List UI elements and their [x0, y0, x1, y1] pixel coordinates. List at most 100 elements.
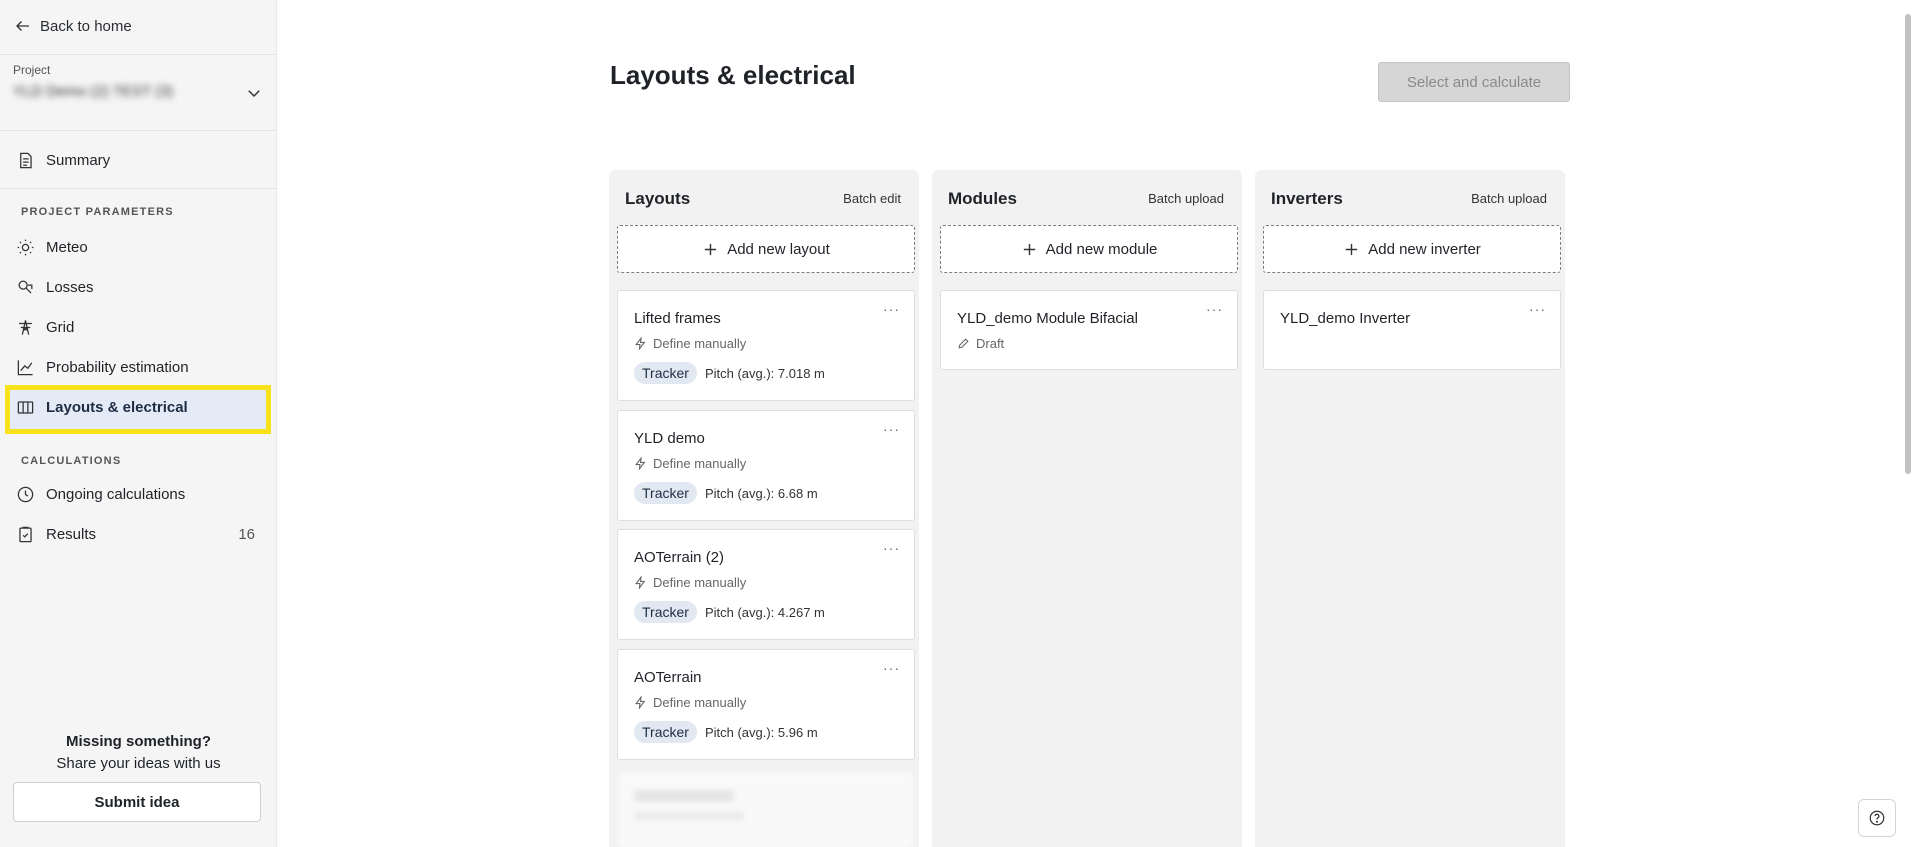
sidebar-item-results[interactable]: Results 16 — [12, 519, 267, 549]
card-source: Define manually — [634, 575, 746, 590]
help-button[interactable] — [1858, 799, 1896, 837]
batch-upload-button[interactable]: Batch upload — [1148, 191, 1224, 206]
card-tags: Tracker Pitch (avg.): 7.018 m — [634, 362, 825, 384]
divider — [0, 188, 277, 189]
clock-icon — [17, 486, 34, 502]
card-tags: Tracker Pitch (avg.): 6.68 m — [634, 482, 818, 504]
card-source: Define manually — [634, 695, 746, 710]
column-title: Inverters — [1271, 189, 1343, 208]
batch-upload-button[interactable]: Batch upload — [1471, 191, 1547, 206]
sidebar: Back to home Project YLD Demo (2) TEST (… — [0, 0, 277, 847]
sidebar-item-meteo[interactable]: Meteo — [12, 232, 267, 262]
add-new-inverter-button[interactable]: Add new inverter — [1263, 225, 1561, 273]
lightning-icon — [635, 576, 646, 589]
sidebar-item-label: Probability estimation — [46, 358, 189, 376]
modules-column: Modules Batch upload Add new module YLD_… — [932, 170, 1242, 847]
tracker-tag: Tracker — [634, 601, 697, 623]
sidebar-item-label: Summary — [46, 151, 111, 169]
results-count-badge: 16 — [238, 525, 255, 543]
scrollbar[interactable] — [1905, 14, 1911, 474]
select-and-calculate-button[interactable]: Select and calculate — [1378, 62, 1570, 102]
sidebar-item-label: Results — [46, 525, 97, 543]
layout-card[interactable]: AOTerrain (2) ··· Define manually Tracke… — [617, 529, 915, 640]
plus-icon — [1023, 243, 1035, 255]
plus-icon — [1346, 243, 1358, 255]
layout-card-partial[interactable] — [617, 770, 915, 847]
blurred-title-placeholder — [634, 790, 734, 802]
card-title: YLD demo — [634, 430, 705, 447]
card-source: Define manually — [634, 456, 746, 471]
project-selector[interactable]: YLD Demo (2) TEST (3) — [13, 80, 263, 106]
sidebar-item-label: Meteo — [46, 238, 88, 256]
section-label-project-parameters: PROJECT PARAMETERS — [21, 206, 174, 218]
card-tags: Tracker Pitch (avg.): 4.267 m — [634, 601, 825, 623]
pylon-icon — [19, 319, 32, 335]
project-label: Project — [13, 63, 51, 77]
card-more-menu[interactable]: ··· — [1529, 301, 1546, 317]
lightning-icon — [635, 696, 646, 709]
divider — [0, 130, 277, 131]
sidebar-item-label: Losses — [46, 278, 94, 296]
sidebar-item-label: Ongoing calculations — [46, 485, 186, 503]
project-name: YLD Demo (2) TEST (3) — [13, 83, 174, 100]
layout-card[interactable]: YLD demo ··· Define manually Tracker Pit… — [617, 410, 915, 521]
column-title: Layouts — [625, 189, 691, 208]
document-icon — [20, 152, 32, 168]
losses-icon — [18, 280, 33, 293]
card-more-menu[interactable]: ··· — [883, 540, 900, 556]
card-title: YLD_demo Module Bifacial — [957, 310, 1138, 327]
pitch-value: Pitch (avg.): 5.96 m — [704, 724, 818, 740]
tracker-tag: Tracker — [634, 482, 697, 504]
inverter-card[interactable]: YLD_demo Inverter ··· — [1263, 290, 1561, 370]
pitch-value: Pitch (avg.): 7.018 m — [704, 365, 825, 381]
module-card[interactable]: YLD_demo Module Bifacial ··· Draft — [940, 290, 1238, 370]
card-tags: Tracker Pitch (avg.): 5.96 m — [634, 721, 818, 743]
card-more-menu[interactable]: ··· — [883, 301, 900, 317]
columns-icon — [17, 400, 34, 414]
plus-icon — [705, 243, 717, 255]
sidebar-item-ongoing-calculations[interactable]: Ongoing calculations — [12, 479, 267, 509]
layout-card[interactable]: Lifted frames ··· Define manually Tracke… — [617, 290, 915, 401]
sidebar-item-losses[interactable]: Losses — [12, 272, 267, 302]
source-label: Define manually — [653, 575, 747, 590]
missing-something-subtitle: Share your ideas with us — [56, 755, 221, 772]
question-icon — [1869, 810, 1885, 826]
source-label: Define manually — [653, 456, 747, 471]
submit-idea-button[interactable]: Submit idea — [13, 782, 261, 822]
card-more-menu[interactable]: ··· — [1206, 301, 1223, 317]
card-more-menu[interactable]: ··· — [883, 421, 900, 437]
source-label: Define manually — [653, 695, 747, 710]
arrow-left-icon — [16, 21, 29, 31]
sidebar-item-label: Grid — [46, 318, 75, 336]
tracker-tag: Tracker — [634, 721, 697, 743]
sidebar-item-layouts-electrical[interactable]: Layouts & electrical — [12, 392, 267, 422]
card-title: Lifted frames — [634, 310, 721, 327]
sidebar-item-grid[interactable]: Grid — [12, 312, 267, 342]
back-label: Back to home — [40, 17, 132, 35]
layout-card[interactable]: AOTerrain ··· Define manually Tracker Pi… — [617, 649, 915, 760]
inverters-column: Inverters Batch upload Add new inverter … — [1255, 170, 1565, 847]
back-to-home-link[interactable]: Back to home — [14, 14, 132, 38]
sidebar-item-label: Layouts & electrical — [46, 398, 188, 416]
card-more-menu[interactable]: ··· — [883, 660, 900, 676]
missing-something-title: Missing something? — [65, 733, 211, 750]
tracker-tag: Tracker — [634, 362, 697, 384]
lightning-icon — [635, 337, 646, 350]
sidebar-item-summary[interactable]: Summary — [12, 145, 267, 175]
sidebar-item-probability-estimation[interactable]: Probability estimation — [12, 352, 267, 382]
section-label-calculations: CALCULATIONS — [21, 455, 122, 467]
card-title: AOTerrain (2) — [634, 549, 725, 566]
card-title: AOTerrain — [634, 669, 702, 686]
blurred-subtitle-placeholder — [634, 811, 744, 821]
add-label: Add new layout — [727, 240, 830, 258]
batch-edit-button[interactable]: Batch edit — [843, 191, 901, 206]
add-new-layout-button[interactable]: Add new layout — [617, 225, 915, 273]
lightning-icon — [635, 457, 646, 470]
add-label: Add new inverter — [1368, 240, 1481, 258]
divider — [0, 54, 277, 55]
sun-icon — [17, 239, 34, 255]
pitch-value: Pitch (avg.): 4.267 m — [704, 604, 825, 620]
source-label: Define manually — [653, 336, 747, 351]
chevron-down-icon — [248, 90, 260, 98]
add-new-module-button[interactable]: Add new module — [940, 225, 1238, 273]
